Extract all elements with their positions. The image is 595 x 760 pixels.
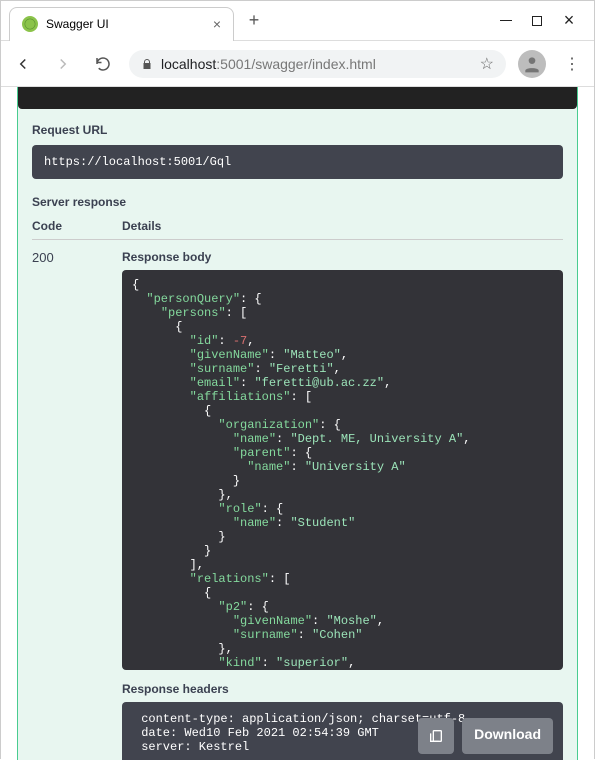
response-body-codeblock[interactable]: { "personQuery": { "persons": [ { "id": … xyxy=(122,270,563,670)
new-tab-button[interactable]: + xyxy=(240,7,268,35)
code-header: Code xyxy=(32,219,122,233)
clipboard-icon xyxy=(428,728,444,744)
server-response-label: Server response xyxy=(32,195,563,209)
request-url-box: https://localhost:5001/Gql xyxy=(32,145,563,179)
kebab-menu-icon[interactable]: ⋮ xyxy=(558,54,586,74)
copy-button[interactable] xyxy=(418,718,454,754)
forward-button[interactable] xyxy=(49,50,77,78)
request-url-label: Request URL xyxy=(32,123,563,137)
bookmark-star-icon[interactable]: ☆ xyxy=(480,54,494,74)
response-header-row: Code Details xyxy=(32,219,563,240)
response-details: Response body { "personQuery": { "person… xyxy=(122,250,563,760)
swagger-operation-panel: Request URL https://localhost:5001/Gql S… xyxy=(17,87,578,760)
address-bar[interactable]: localhost:5001/swagger/index.html ☆ xyxy=(129,50,506,78)
browser-titlebar: Swagger UI × + × xyxy=(1,1,594,41)
response-actions: Download xyxy=(418,718,553,754)
details-header: Details xyxy=(122,219,161,233)
response-row: 200 Response body { "personQuery": { "pe… xyxy=(32,250,563,760)
reload-button[interactable] xyxy=(89,50,117,78)
maximize-icon[interactable] xyxy=(532,16,542,26)
browser-tab[interactable]: Swagger UI × xyxy=(9,7,234,41)
window-controls: × xyxy=(500,10,594,31)
close-window-icon[interactable]: × xyxy=(562,10,576,31)
browser-toolbar: localhost:5001/swagger/index.html ☆ ⋮ xyxy=(1,41,594,87)
url-text: localhost:5001/swagger/index.html xyxy=(161,56,376,72)
swagger-favicon-icon xyxy=(22,16,38,32)
collapsed-bar[interactable] xyxy=(18,87,577,109)
profile-avatar-icon[interactable] xyxy=(518,50,546,78)
page-content[interactable]: Request URL https://localhost:5001/Gql S… xyxy=(1,87,594,760)
download-button[interactable]: Download xyxy=(462,718,553,754)
status-code: 200 xyxy=(32,250,122,760)
close-tab-icon[interactable]: × xyxy=(213,16,221,32)
tab-title: Swagger UI xyxy=(46,17,205,31)
minimize-icon[interactable] xyxy=(500,20,512,21)
lock-icon xyxy=(141,58,153,70)
back-button[interactable] xyxy=(9,50,37,78)
response-headers-label: Response headers xyxy=(122,682,563,696)
response-body-label: Response body xyxy=(122,250,563,264)
